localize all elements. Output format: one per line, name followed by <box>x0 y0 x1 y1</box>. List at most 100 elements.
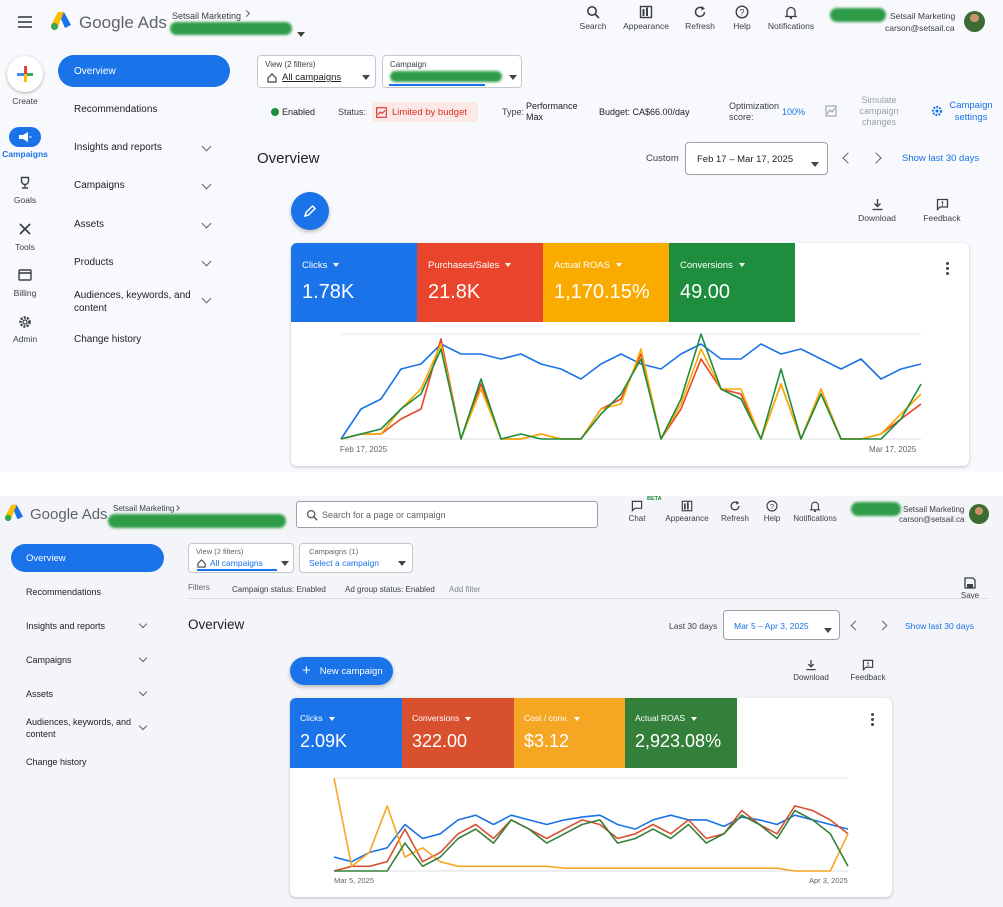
date-range-picker[interactable]: Mar 5 – Apr 3, 2025 <box>723 610 840 640</box>
more-options-icon[interactable] <box>871 713 874 728</box>
metric-tile-conversions[interactable]: Conversions 49.00 <box>669 243 795 322</box>
filter-chip-ad-group-status[interactable]: Ad group status: Enabled <box>345 585 435 594</box>
nav-campaigns[interactable]: Campaigns <box>26 655 72 665</box>
campaign-select[interactable]: Campaign <box>382 55 522 88</box>
trophy-icon[interactable] <box>18 176 32 190</box>
chevron-down-icon[interactable] <box>201 293 212 304</box>
chat-button[interactable]: Chat <box>622 500 652 523</box>
rail-admin-label[interactable]: Admin <box>0 334 50 344</box>
redacted-campaign-name <box>390 71 502 82</box>
view-filter-select[interactable]: View (2 filters) All campaigns <box>257 55 376 88</box>
chevron-right-icon[interactable] <box>877 620 888 631</box>
campaign-select-value: Select a campaign <box>309 558 379 568</box>
help-button[interactable]: ? Help <box>759 500 785 523</box>
rail-campaigns-highlight[interactable] <box>9 127 41 147</box>
menu-icon[interactable] <box>18 16 32 28</box>
nav-audiences-keywords-content[interactable]: Audiences, keywords, and content <box>26 716 138 740</box>
billing-icon[interactable] <box>18 269 32 281</box>
avatar[interactable] <box>964 11 985 32</box>
nav-audiences-keywords-content[interactable]: Audiences, keywords, and content <box>74 289 198 315</box>
chevron-down-icon[interactable] <box>201 141 212 152</box>
nav-insights-and-reports[interactable]: Insights and reports <box>74 142 162 153</box>
show-last-30-days-link[interactable]: Show last 30 days <box>905 621 974 631</box>
redacted-account-id[interactable] <box>108 514 286 528</box>
refresh-button[interactable]: Refresh <box>682 5 718 31</box>
feedback-button[interactable]: Feedback <box>919 198 965 223</box>
nav-assets[interactable]: Assets <box>26 689 53 699</box>
add-filter-link[interactable]: Add filter <box>449 585 481 594</box>
redacted-customer-id <box>851 502 901 516</box>
metric-tile-purchases[interactable]: Purchases/Sales 21.8K <box>417 243 543 322</box>
download-button[interactable]: Download <box>789 659 833 682</box>
download-button[interactable]: Download <box>853 198 901 223</box>
appearance-button[interactable]: Appearance <box>620 5 672 31</box>
account-dropdown-icon[interactable] <box>297 26 305 44</box>
screenshot-top: Google Ads Setsail Marketing Search Appe… <box>0 0 1003 472</box>
view-filter-select[interactable]: View (2 filters) All campaigns <box>188 543 294 573</box>
chevron-down-icon[interactable] <box>201 218 212 229</box>
limited-by-budget-badge[interactable]: Limited by budget <box>372 102 478 122</box>
home-icon <box>197 559 206 568</box>
edit-button[interactable] <box>291 192 329 230</box>
chevron-down-icon[interactable] <box>138 619 148 629</box>
nav-products[interactable]: Products <box>74 257 113 268</box>
feedback-icon <box>936 198 948 211</box>
create-button[interactable] <box>7 56 43 92</box>
chevron-down-icon[interactable] <box>138 687 148 697</box>
metric-tile-actual-roas[interactable]: Actual ROAS 2,923.08% <box>625 698 737 768</box>
caret-down-icon <box>465 716 472 721</box>
nav-campaigns[interactable]: Campaigns <box>74 180 125 191</box>
feedback-button[interactable]: Feedback <box>847 659 889 682</box>
nav-overview[interactable]: Overview <box>11 544 164 572</box>
tools-icon[interactable] <box>18 222 32 236</box>
metric-tile-clicks[interactable]: Clicks 2.09K <box>290 698 402 768</box>
metric-value: 1,170.15% <box>554 281 650 303</box>
rail-tools-label[interactable]: Tools <box>0 242 50 252</box>
svg-text:?: ? <box>739 7 744 17</box>
rail-goals-label[interactable]: Goals <box>0 195 50 205</box>
chevron-down-icon[interactable] <box>138 653 148 663</box>
appearance-button[interactable]: Appearance <box>663 500 711 523</box>
notifications-button[interactable]: Notifications <box>790 500 840 523</box>
metric-tile-actual-roas[interactable]: Actual ROAS 1,170.15% <box>543 243 669 322</box>
optimization-score-value[interactable]: 100% <box>782 107 805 117</box>
more-options-icon[interactable] <box>946 262 949 277</box>
gear-icon[interactable] <box>18 315 32 329</box>
new-campaign-button[interactable]: + New campaign <box>290 657 393 685</box>
campaign-select[interactable]: Campaigns (1) Select a campaign <box>299 543 413 573</box>
metric-tile-clicks[interactable]: Clicks 1.78K <box>291 243 417 322</box>
show-last-30-days-link[interactable]: Show last 30 days <box>902 153 979 164</box>
nav-insights-and-reports[interactable]: Insights and reports <box>26 621 105 631</box>
rail-billing-label[interactable]: Billing <box>0 288 50 298</box>
search-input[interactable]: Search for a page or campaign <box>296 501 598 528</box>
help-button[interactable]: ? Help <box>727 5 757 31</box>
filter-chip-campaign-status[interactable]: Campaign status: Enabled <box>232 585 326 594</box>
nav-change-history[interactable]: Change history <box>74 334 141 345</box>
metric-tile-cost-per-conv[interactable]: Cost / conv. $3.12 <box>514 698 625 768</box>
save-button[interactable]: Save <box>955 577 985 600</box>
chevron-left-icon[interactable] <box>850 620 861 631</box>
nav-overview[interactable]: Overview <box>58 55 230 87</box>
rail-campaigns-label[interactable]: Campaigns <box>0 149 50 159</box>
avatar[interactable] <box>969 504 989 524</box>
campaign-settings-link[interactable]: Campaign settings <box>946 100 996 124</box>
nav-recommendations[interactable]: Recommendations <box>74 104 157 115</box>
redacted-account-id[interactable] <box>170 22 292 35</box>
nav-recommendations[interactable]: Recommendations <box>26 587 101 597</box>
chevron-left-icon[interactable] <box>842 152 854 164</box>
nav-change-history[interactable]: Change history <box>26 757 87 767</box>
search-placeholder: Search for a page or campaign <box>322 510 446 520</box>
notifications-button[interactable]: Notifications <box>764 5 818 31</box>
chevron-right-icon[interactable] <box>870 152 882 164</box>
chevron-down-icon[interactable] <box>138 721 148 731</box>
date-range-picker[interactable]: Feb 17 – Mar 17, 2025 <box>685 142 828 175</box>
dropdown-caret-icon <box>811 156 819 174</box>
metric-tile-conversions[interactable]: Conversions 322.00 <box>402 698 514 768</box>
chevron-down-icon[interactable] <box>201 179 212 190</box>
performance-chart-card: Clicks 2.09K Conversions 322.00 Cost / c… <box>290 698 892 897</box>
chevron-down-icon[interactable] <box>201 256 212 267</box>
search-button[interactable]: Search <box>574 5 612 31</box>
refresh-button[interactable]: Refresh <box>718 500 752 523</box>
nav-assets[interactable]: Assets <box>74 219 104 230</box>
caret-down-icon <box>691 716 698 721</box>
